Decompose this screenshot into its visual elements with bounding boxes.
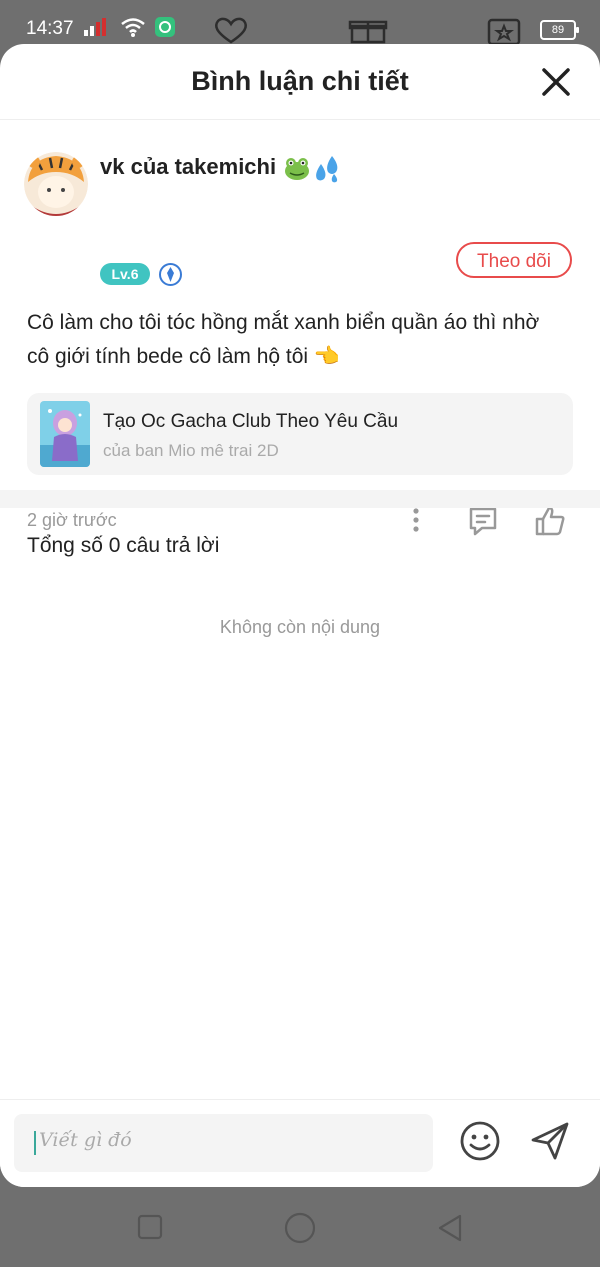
emoji-icon[interactable] [459,1120,501,1162]
vip-badge-icon [159,263,182,286]
heart-icon [214,17,248,44]
text-cursor [34,1131,36,1155]
referenced-post-title: Tạo Oc Gacha Club Theo Yêu Cầu [103,411,399,432]
home-icon[interactable] [284,1212,316,1244]
referenced-post-thumbnail [40,401,90,467]
gift-icon [348,20,388,44]
comment-input[interactable]: Viết gì đó [14,1114,433,1172]
empty-state-label: Không còn nội dung [219,617,381,637]
sheet-header: Bình luận chi tiết [0,44,600,120]
calendar-star-icon [487,18,521,44]
referenced-post-author: của ban Mio mê trai 2D [103,441,279,460]
frog-emoji-icon [285,158,309,180]
total-replies-label: Tổng số 0 câu trả lời [27,534,220,557]
section-divider [0,490,600,508]
comment-composer: Viết gì đó [0,1099,600,1187]
level-badge: Lv.6 [100,263,150,285]
battery-indicator: 89 [540,20,579,40]
close-icon[interactable] [540,66,572,98]
reply-icon[interactable] [466,504,500,538]
wifi-icon [121,18,145,37]
input-placeholder: Viết gì đó [39,1129,132,1151]
send-icon[interactable] [529,1120,571,1162]
like-icon[interactable] [533,504,567,538]
sweat-droplets-icon [316,156,338,183]
follow-button[interactable]: Theo dõi [456,242,572,278]
status-time: 14:37 [26,18,74,39]
status-icons [82,16,176,38]
recent-apps-icon[interactable] [137,1214,163,1240]
user-name[interactable]: vk của takemichi [100,154,276,180]
more-icon[interactable] [405,505,427,535]
avatar[interactable] [24,152,88,216]
system-nav-bar [0,1187,600,1267]
comment-text: Cô làm cho tôi tóc hồng mắt xanh biển qu… [27,311,540,368]
sheet-title: Bình luận chi tiết [191,66,409,96]
back-icon[interactable] [436,1213,464,1243]
comment-detail-sheet: Bình luận chi tiết vk của takemichi Lv.6… [0,44,600,1187]
comment-timestamp: 2 giờ trước [27,510,117,530]
app-notification-icon [155,17,175,37]
referenced-post-card[interactable]: Tạo Oc Gacha Club Theo Yêu Cầu của ban M… [27,393,573,475]
signal-icon [84,18,106,36]
